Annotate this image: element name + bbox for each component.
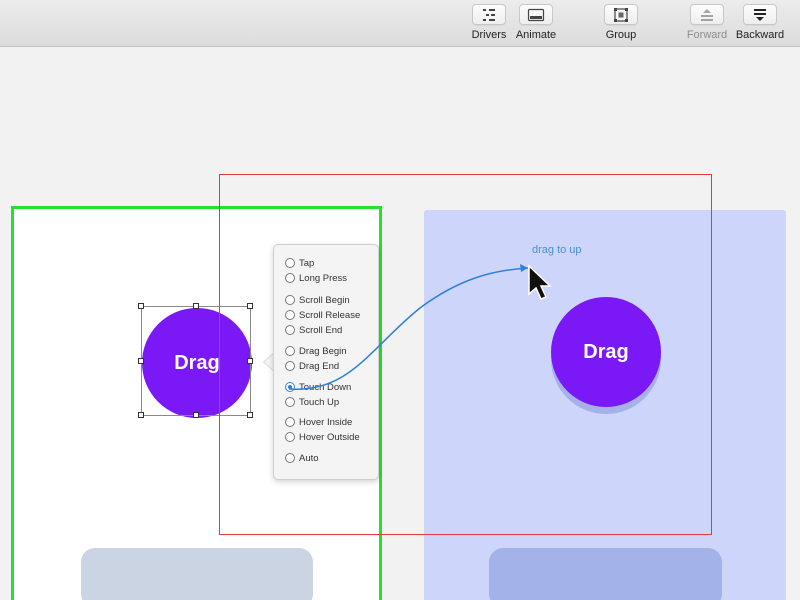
trigger-option-touch-down[interactable]: Touch Down bbox=[285, 380, 351, 394]
gesture-hint: drag to up bbox=[532, 244, 582, 256]
trigger-option-hover-outside[interactable]: Hover Outside bbox=[285, 430, 360, 444]
forward-button[interactable]: Forward bbox=[679, 4, 735, 44]
trigger-option-tap[interactable]: Tap bbox=[285, 256, 314, 270]
trigger-option-auto[interactable]: Auto bbox=[285, 451, 319, 465]
backward-label: Backward bbox=[735, 29, 785, 41]
group-label: Group bbox=[605, 29, 637, 41]
radio-icon bbox=[285, 346, 295, 356]
animate-button[interactable]: Animate bbox=[508, 4, 564, 44]
trigger-option-scroll-end[interactable]: Scroll End bbox=[285, 323, 342, 337]
resize-handle-bottom[interactable] bbox=[193, 412, 199, 418]
group-button[interactable]: Group bbox=[593, 4, 649, 44]
resize-handle-bottom-left[interactable] bbox=[138, 412, 144, 418]
trigger-option-label: Drag Begin bbox=[299, 345, 347, 357]
drivers-icon bbox=[472, 4, 506, 25]
trigger-option-label: Touch Up bbox=[299, 396, 340, 408]
radio-icon bbox=[285, 258, 295, 268]
radio-icon bbox=[285, 361, 295, 371]
right-bottom-card[interactable] bbox=[489, 548, 722, 600]
radio-icon bbox=[285, 310, 295, 320]
trigger-popover: Tap Long Press Scroll Begin Scroll Relea… bbox=[273, 244, 379, 480]
design-canvas[interactable]: Drag Drag drag to up Tap Long Press Scro… bbox=[0, 48, 800, 600]
trigger-option-drag-begin[interactable]: Drag Begin bbox=[285, 344, 347, 358]
forward-label: Forward bbox=[686, 29, 728, 41]
animate-label: Animate bbox=[515, 29, 557, 41]
trigger-option-label: Hover Inside bbox=[299, 416, 353, 428]
backward-button[interactable]: Backward bbox=[732, 4, 788, 44]
radio-icon bbox=[285, 453, 295, 463]
forward-icon bbox=[690, 4, 724, 25]
trigger-option-hover-inside[interactable]: Hover Inside bbox=[285, 415, 352, 429]
trigger-option-scroll-release[interactable]: Scroll Release bbox=[285, 308, 360, 322]
radio-icon bbox=[285, 295, 295, 305]
trigger-option-touch-up[interactable]: Touch Up bbox=[285, 395, 339, 409]
trigger-option-label: Scroll End bbox=[299, 324, 343, 336]
trigger-option-label: Touch Down bbox=[299, 381, 352, 393]
trigger-option-drag-end[interactable]: Drag End bbox=[285, 359, 339, 373]
trigger-option-label: Scroll Begin bbox=[299, 294, 350, 306]
left-bottom-card[interactable] bbox=[81, 548, 313, 600]
radio-icon bbox=[285, 417, 295, 427]
radio-icon bbox=[285, 325, 295, 335]
animate-icon bbox=[519, 4, 553, 25]
toolbar: Drivers Animate Group Forward Backward bbox=[0, 0, 800, 47]
radio-icon bbox=[285, 273, 295, 283]
trigger-option-scroll-begin[interactable]: Scroll Begin bbox=[285, 293, 350, 307]
trigger-option-label: Tap bbox=[299, 257, 315, 269]
drivers-label: Drivers bbox=[471, 29, 507, 41]
trigger-option-label: Long Press bbox=[299, 272, 348, 284]
trigger-option-label: Hover Outside bbox=[299, 431, 360, 443]
resize-handle-left[interactable] bbox=[138, 358, 144, 364]
trigger-option-label: Scroll Release bbox=[299, 309, 361, 321]
trigger-option-label: Auto bbox=[299, 452, 319, 464]
radio-selected-icon bbox=[285, 382, 295, 392]
trigger-option-long-press[interactable]: Long Press bbox=[285, 271, 347, 285]
trigger-option-label: Drag End bbox=[299, 360, 340, 372]
backward-icon bbox=[743, 4, 777, 25]
resize-handle-top[interactable] bbox=[193, 303, 199, 309]
radio-icon bbox=[285, 397, 295, 407]
radio-icon bbox=[285, 432, 295, 442]
resize-handle-top-left[interactable] bbox=[138, 303, 144, 309]
group-icon bbox=[604, 4, 638, 25]
